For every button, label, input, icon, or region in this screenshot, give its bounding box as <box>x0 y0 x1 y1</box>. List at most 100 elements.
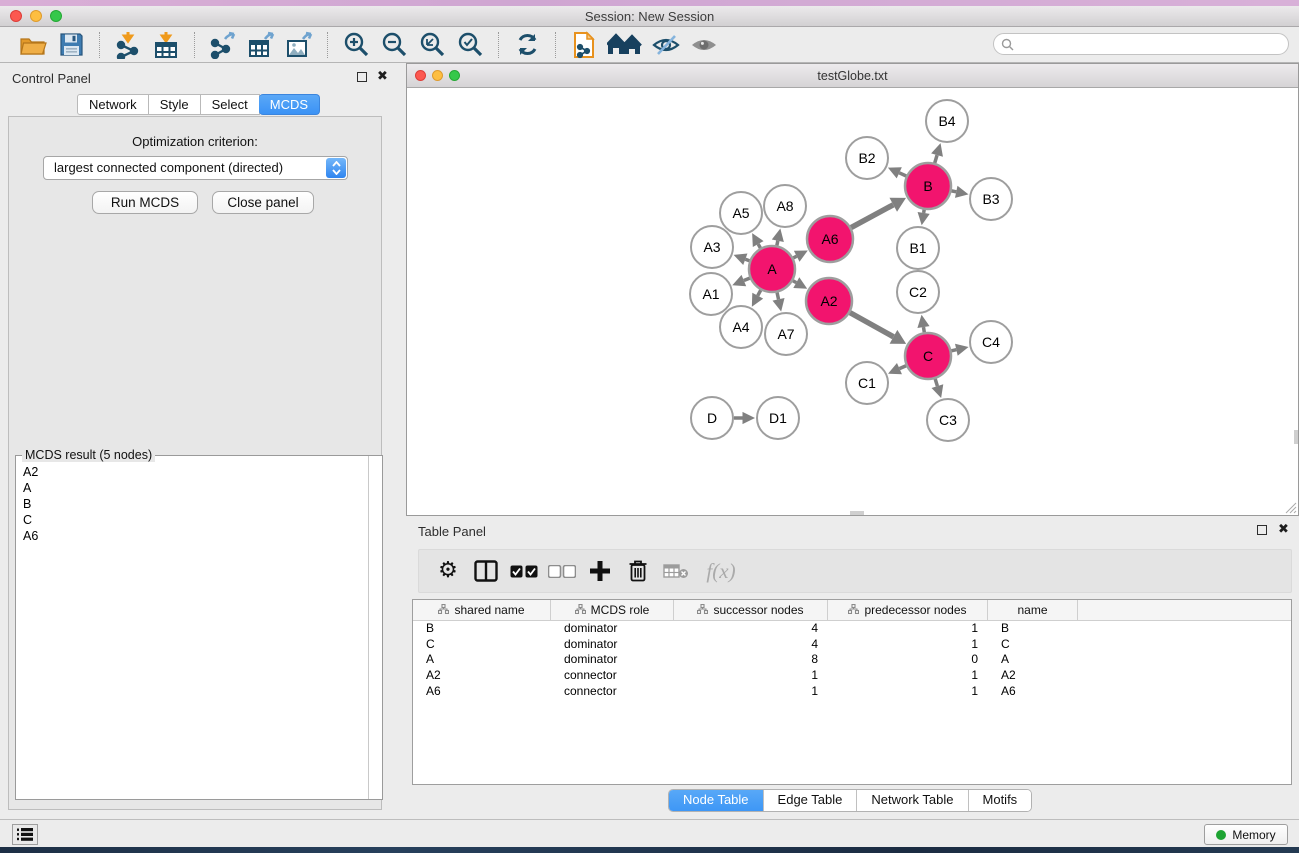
tab-mcds[interactable]: MCDS <box>259 94 320 115</box>
zoom-in-icon[interactable] <box>340 30 372 60</box>
close-table-panel-icon[interactable]: ✖ <box>1278 521 1289 537</box>
horizontal-scroll-indicator[interactable] <box>850 511 864 515</box>
network-close-button[interactable] <box>415 70 426 81</box>
column-header-name[interactable]: name <box>988 600 1078 620</box>
resize-grip-icon[interactable] <box>1284 501 1297 514</box>
edge-A-A3[interactable] <box>745 259 749 261</box>
add-column-icon[interactable] <box>583 554 617 588</box>
graph-node-A8[interactable]: A8 <box>764 185 806 227</box>
table-cell[interactable]: B <box>413 621 551 637</box>
table-cell[interactable]: dominator <box>551 621 674 637</box>
table-cell[interactable]: 1 <box>828 637 988 653</box>
delete-column-trash-icon[interactable] <box>621 554 655 588</box>
tab-node-table[interactable]: Node Table <box>669 790 764 811</box>
result-list-item[interactable]: C <box>16 512 368 528</box>
table-cell[interactable]: A2 <box>988 668 1078 684</box>
table-cell[interactable]: 4 <box>674 637 828 653</box>
table-cell[interactable]: A6 <box>413 684 551 700</box>
edge-B-B1[interactable] <box>924 210 925 213</box>
table-cell[interactable]: connector <box>551 668 674 684</box>
home-layouts-icon[interactable] <box>606 30 644 60</box>
edge-A-A6[interactable] <box>793 256 796 258</box>
table-cell[interactable]: dominator <box>551 637 674 653</box>
table-settings-gear-icon[interactable]: ⚙ <box>431 554 465 588</box>
edge-A-A7[interactable] <box>777 292 778 299</box>
graph-node-D1[interactable]: D1 <box>757 397 799 439</box>
vertical-scroll-indicator[interactable] <box>1294 430 1298 444</box>
deselect-checkboxes-icon[interactable] <box>545 554 579 588</box>
table-cell[interactable]: 8 <box>674 652 828 668</box>
tab-network[interactable]: Network <box>77 94 149 115</box>
graph-node-C2[interactable]: C2 <box>897 271 939 313</box>
graph-node-A7[interactable]: A7 <box>765 313 807 355</box>
graph-node-C[interactable]: C <box>905 333 951 379</box>
edge-A6-B[interactable] <box>851 205 893 228</box>
task-history-button[interactable] <box>12 824 38 845</box>
clone-network-icon[interactable] <box>568 30 600 60</box>
table-cell[interactable]: 1 <box>674 668 828 684</box>
graph-node-B3[interactable]: B3 <box>970 178 1012 220</box>
result-list-item[interactable]: A6 <box>16 528 368 544</box>
close-panel-icon[interactable]: ✖ <box>377 68 388 84</box>
result-list-item[interactable]: B <box>16 496 368 512</box>
edge-C-C2[interactable] <box>923 327 924 332</box>
edge-B-B2[interactable] <box>899 173 906 176</box>
graph-node-C4[interactable]: C4 <box>970 321 1012 363</box>
close-window-button[interactable] <box>10 10 22 22</box>
edge-A-A2[interactable] <box>793 281 796 283</box>
open-folder-icon[interactable] <box>17 30 49 60</box>
show-eye-icon[interactable] <box>688 30 720 60</box>
edge-A-A1[interactable] <box>744 278 750 280</box>
tab-select[interactable]: Select <box>201 94 260 115</box>
hide-selected-eye-icon[interactable] <box>650 30 682 60</box>
edge-C-C1[interactable] <box>899 366 906 369</box>
zoom-selected-icon[interactable] <box>454 30 486 60</box>
graph-node-A3[interactable]: A3 <box>691 226 733 268</box>
column-header-shared-name[interactable]: shared name <box>413 600 551 620</box>
edge-C-C4[interactable] <box>951 350 956 351</box>
table-cell[interactable]: connector <box>551 684 674 700</box>
edge-A2-C[interactable] <box>850 313 893 337</box>
column-header-MCDS-role[interactable]: MCDS role <box>551 600 674 620</box>
graph-node-A1[interactable]: A1 <box>690 273 732 315</box>
network-window-titlebar[interactable]: testGlobe.txt <box>407 64 1298 88</box>
table-row[interactable]: Bdominator41B <box>413 621 1291 637</box>
search-input[interactable] <box>993 33 1289 55</box>
network-minimize-button[interactable] <box>432 70 443 81</box>
network-graph[interactable]: B4B2BB3A5A8A6B1A3AA1C2A2A4A7C4CC1DD1C3 <box>407 89 1298 515</box>
float-panel-icon[interactable] <box>357 72 367 82</box>
graph-node-A6[interactable]: A6 <box>807 216 853 262</box>
edge-B-B3[interactable] <box>952 191 957 192</box>
float-table-panel-icon[interactable] <box>1257 525 1267 535</box>
table-cell[interactable]: dominator <box>551 652 674 668</box>
table-row[interactable]: A6connector11A6 <box>413 684 1291 700</box>
import-network-icon[interactable] <box>112 30 144 60</box>
import-table-icon[interactable] <box>150 30 182 60</box>
column-header-predecessor-nodes[interactable]: predecessor nodes <box>828 600 988 620</box>
table-cell[interactable]: A2 <box>413 668 551 684</box>
zoom-fit-icon[interactable] <box>416 30 448 60</box>
graph-node-B4[interactable]: B4 <box>926 100 968 142</box>
select-all-checkboxes-icon[interactable] <box>507 554 541 588</box>
graph-node-A4[interactable]: A4 <box>720 306 762 348</box>
memory-button[interactable]: Memory <box>1204 824 1288 845</box>
graph-node-B1[interactable]: B1 <box>897 227 939 269</box>
table-cell[interactable]: C <box>413 637 551 653</box>
graph-node-C3[interactable]: C3 <box>927 399 969 441</box>
graph-node-A2[interactable]: A2 <box>806 278 852 324</box>
graph-node-B[interactable]: B <box>905 163 951 209</box>
table-cell[interactable]: A6 <box>988 684 1078 700</box>
tab-network-table[interactable]: Network Table <box>857 790 968 811</box>
result-scrollbar[interactable] <box>368 456 369 799</box>
edge-C-C3[interactable] <box>935 379 937 386</box>
table-cell[interactable]: 1 <box>828 668 988 684</box>
result-list-item[interactable]: A2 <box>16 464 368 480</box>
table-cell[interactable]: 1 <box>828 684 988 700</box>
table-row[interactable]: Adominator80A <box>413 652 1291 668</box>
zoom-window-button[interactable] <box>50 10 62 22</box>
network-zoom-button[interactable] <box>449 70 460 81</box>
export-network-icon[interactable] <box>207 30 239 60</box>
table-cell[interactable]: 1 <box>828 621 988 637</box>
table-cell[interactable]: 4 <box>674 621 828 637</box>
table-cell[interactable]: B <box>988 621 1078 637</box>
